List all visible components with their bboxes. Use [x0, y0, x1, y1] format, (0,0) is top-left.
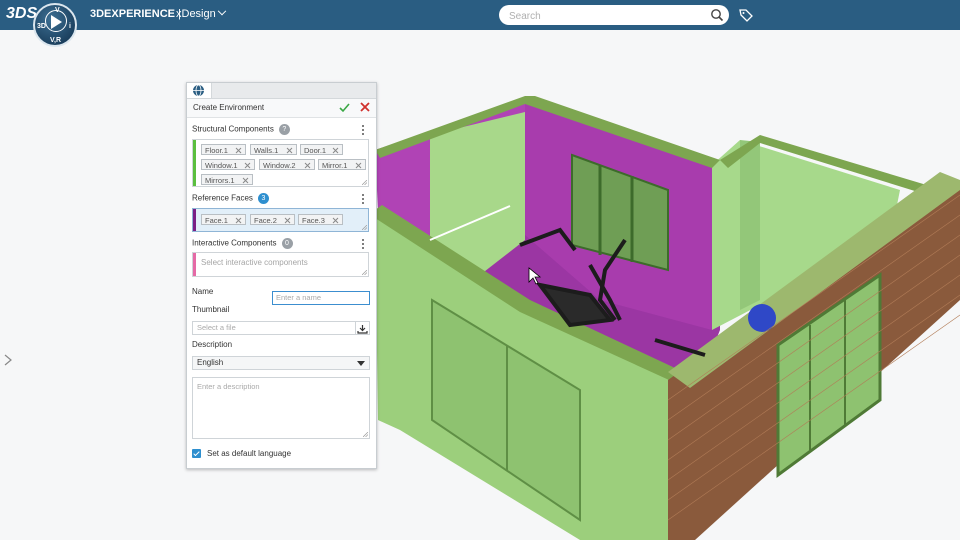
- name-input[interactable]: Enter a name: [272, 291, 370, 305]
- panel-title: Create Environment: [193, 103, 265, 112]
- remove-icon[interactable]: [285, 145, 294, 156]
- help-icon[interactable]: ?: [278, 124, 290, 135]
- remove-icon[interactable]: [331, 215, 340, 226]
- play-icon: [51, 15, 62, 29]
- inner-wall-right-face: [740, 140, 760, 310]
- chip-face-2[interactable]: Face.2: [250, 214, 295, 225]
- exercise-ball: [748, 304, 776, 332]
- remove-icon[interactable]: [303, 160, 312, 171]
- interactive-components-label: Interactive Components 0: [192, 238, 293, 249]
- description-textarea[interactable]: Enter a description: [192, 377, 370, 439]
- chevron-down-icon: [217, 6, 226, 16]
- chip-floor[interactable]: Floor.1: [201, 144, 246, 155]
- dropdown-arrow-icon: [357, 361, 365, 366]
- remove-icon[interactable]: [243, 160, 252, 171]
- interactive-components-placeholder: Select interactive components: [201, 258, 308, 267]
- remove-icon[interactable]: [331, 145, 340, 156]
- language-select[interactable]: English: [192, 356, 370, 370]
- thumbnail-label: Thumbnail: [192, 305, 230, 314]
- chip-window-1[interactable]: Window.1: [201, 159, 255, 170]
- chip-mirror-1[interactable]: Mirror.1: [318, 159, 366, 170]
- resize-handle-icon[interactable]: [363, 432, 368, 437]
- panel-tab-bar: [187, 83, 376, 99]
- tag-icon[interactable]: [738, 7, 754, 23]
- reference-faces-label: Reference Faces 3: [192, 193, 269, 204]
- 3d-viewport[interactable]: [0, 30, 960, 540]
- compass-bottom-label: V,R: [50, 37, 62, 44]
- interactive-components-count: 0: [281, 238, 293, 249]
- platform-brand: 3DEXPERIENCE |: [90, 8, 181, 20]
- remove-icon[interactable]: [354, 160, 363, 171]
- reference-faces-count: 3: [257, 193, 269, 204]
- upload-button[interactable]: [355, 321, 370, 335]
- panel-tab-environment[interactable]: [187, 83, 212, 98]
- confirm-icon[interactable]: [339, 102, 350, 113]
- reference-faces-box[interactable]: Face.1 Face.2 Face.3: [192, 208, 369, 232]
- expand-left-icon[interactable]: [3, 354, 13, 366]
- remove-icon[interactable]: [283, 215, 292, 226]
- chip-mirrors-1[interactable]: Mirrors.1: [201, 174, 253, 185]
- default-language-checkbox[interactable]: [192, 449, 201, 458]
- default-language-label: Set as default language: [207, 449, 292, 458]
- panel-header: Create Environment: [187, 99, 376, 118]
- create-environment-panel: Create Environment Structural Components…: [186, 82, 377, 469]
- chip-walls[interactable]: Walls.1: [250, 144, 297, 155]
- interactive-color-bar: [193, 253, 196, 276]
- thumbnail-file-input[interactable]: Select a file: [192, 321, 356, 335]
- interactive-menu-icon[interactable]: [362, 239, 365, 249]
- remove-icon[interactable]: [234, 215, 243, 226]
- name-label: Name: [192, 287, 214, 296]
- search-icon[interactable]: [710, 8, 724, 22]
- description-label: Description: [192, 340, 233, 349]
- interactive-components-box[interactable]: Select interactive components: [192, 252, 369, 277]
- compass-widget[interactable]: V 3D i V,R: [33, 3, 77, 47]
- structural-components-label: Structural Components?: [192, 124, 290, 135]
- compass-left-label: 3D: [37, 23, 46, 30]
- download-icon: [357, 325, 368, 334]
- remove-icon[interactable]: [241, 175, 250, 186]
- globe-icon: [193, 84, 204, 97]
- structural-color-bar: [193, 140, 196, 186]
- compass-right-label: i: [69, 23, 71, 30]
- chip-door[interactable]: Door.1: [300, 144, 343, 155]
- structural-components-box[interactable]: Floor.1 Walls.1 Door.1 Window.1 Window.2…: [192, 139, 369, 187]
- remove-icon[interactable]: [234, 145, 243, 156]
- app-switcher[interactable]: xDesign: [176, 6, 226, 20]
- chip-face-1[interactable]: Face.1: [201, 214, 246, 225]
- resize-handle-icon[interactable]: [362, 270, 367, 275]
- search-input[interactable]: [507, 8, 701, 24]
- resize-handle-icon[interactable]: [362, 180, 367, 185]
- search-bar[interactable]: [499, 5, 729, 25]
- compass-top-label: V: [55, 7, 60, 14]
- chip-face-3[interactable]: Face.3: [298, 214, 343, 225]
- close-icon[interactable]: [360, 102, 370, 112]
- structural-menu-icon[interactable]: [362, 125, 365, 135]
- resize-handle-icon[interactable]: [362, 225, 367, 230]
- reference-color-bar: [193, 209, 196, 231]
- chip-window-2[interactable]: Window.2: [259, 159, 315, 170]
- top-bar: 3DS 3DEXPERIENCE | xDesign: [0, 0, 960, 30]
- reference-menu-icon[interactable]: [362, 194, 365, 204]
